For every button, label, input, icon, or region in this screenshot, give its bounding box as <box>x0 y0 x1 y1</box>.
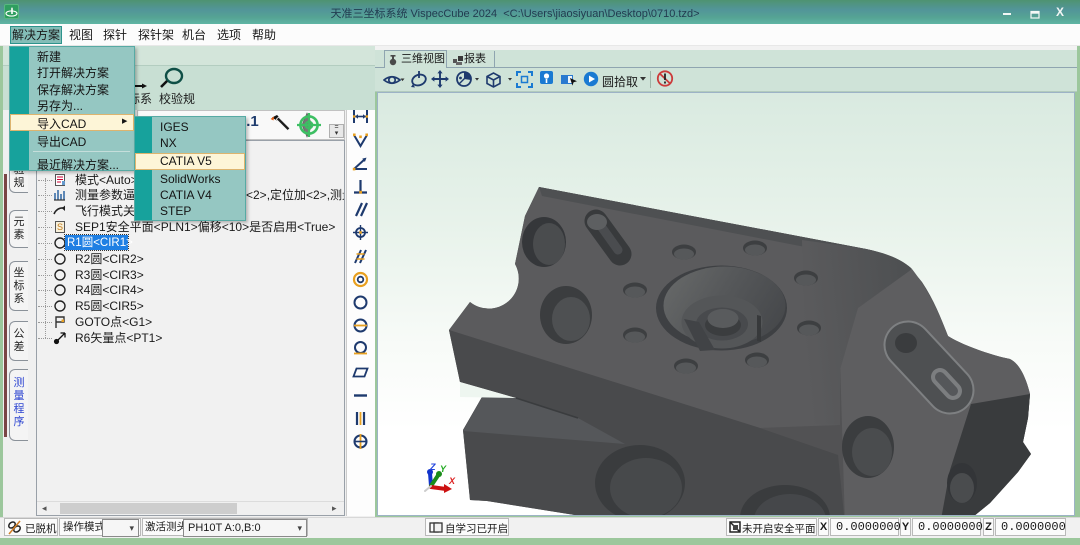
svg-text:X: X <box>448 476 456 486</box>
svg-text:S: S <box>57 222 63 232</box>
svg-text:Z: Z <box>429 462 436 472</box>
svg-text:Y: Y <box>440 464 447 474</box>
